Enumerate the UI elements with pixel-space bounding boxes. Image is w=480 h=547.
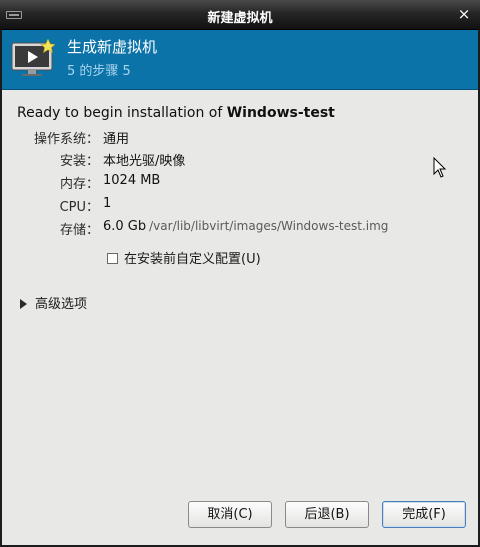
cancel-button[interactable]: 取消(C) [188,501,272,528]
advanced-options-label: 高级选项 [35,297,88,312]
window-title: 新建虚拟机 [207,11,273,26]
back-button[interactable]: 后退(B) [285,501,369,528]
cpu-label: CPU： [59,200,99,215]
close-icon[interactable]: × [456,6,472,22]
install-value: 本地光驱/映像 [103,154,186,169]
install-label: 安装： [59,154,99,169]
title-bar[interactable]: 新建虚拟机 × [0,0,480,30]
mouse-pointer-icon [433,157,447,178]
step-indicator: 5 的步骤 5 [67,64,131,79]
storage-label: 存储： [59,223,99,238]
banner-title: 生成新虚拟机 [67,38,158,56]
virtual-machine-monitor-icon [11,39,55,76]
install-summary: Ready to begin installation of Windows-t… [17,105,388,267]
expander-triangle-icon[interactable] [20,299,27,309]
dialog-body: 生成新虚拟机 5 的步骤 5 Ready to begin installati… [2,30,478,545]
summary-row-install: 安装： 本地光驱/映像 [17,150,477,170]
memory-value: 1024 MB [103,173,161,188]
storage-path: /var/lib/libvirt/images/Windows-test.img [149,219,389,233]
cpu-value: 1 [103,196,112,211]
os-label: 操作系统： [33,132,99,147]
ready-prefix: Ready to begin installation of [17,105,227,121]
summary-row-os: 操作系统： 通用 [17,128,477,148]
memory-label: 内存： [59,177,99,192]
customize-label: 在安装前自定义配置(U) [124,252,261,267]
vm-name: Windows-test [226,105,335,121]
storage-size: 6.0 Gb [103,219,147,234]
summary-row-cpu: CPU： 1 [17,196,477,216]
new-vm-dialog: 新建虚拟机 × 生成新虚拟机 5 的步骤 5 Ready to begin in… [0,0,480,547]
finish-button[interactable]: 完成(F) [382,501,466,528]
storage-value: 6.0 Gb/var/lib/libvirt/images/Windows-te… [103,219,388,234]
os-value: 通用 [103,132,130,147]
customize-before-install-checkbox[interactable]: 在安装前自定义配置(U) [107,248,261,267]
ready-heading: Ready to begin installation of Windows-t… [17,105,335,121]
advanced-options-expander[interactable]: 高级选项 [20,293,87,312]
header-banner: 生成新虚拟机 5 的步骤 5 [2,30,478,90]
summary-row-storage: 存储： 6.0 Gb/var/lib/libvirt/images/Window… [17,219,477,239]
summary-row-memory: 内存： 1024 MB [17,173,477,193]
checkbox-box[interactable] [107,253,118,264]
